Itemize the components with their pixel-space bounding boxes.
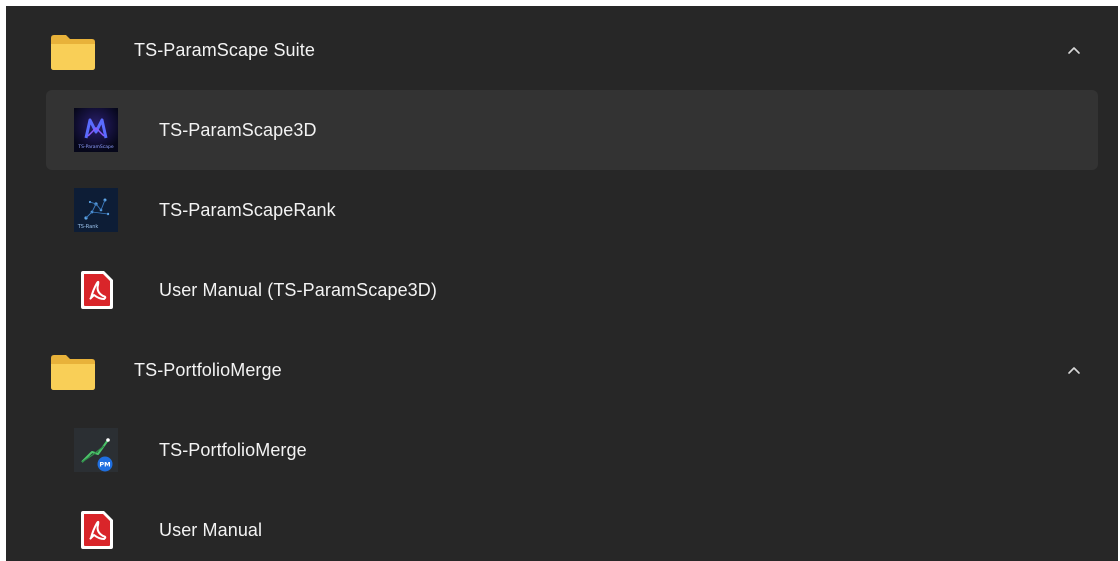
chevron-up-icon[interactable] <box>1062 358 1086 382</box>
app-item-ts-portfoliomerge[interactable]: PM TS-PortfolioMerge <box>46 410 1098 490</box>
app-label: TS-ParamScapeRank <box>159 199 336 220</box>
app-label: TS-PortfolioMerge <box>159 439 307 460</box>
folder-ts-paramscape-suite[interactable]: TS-ParamScape Suite <box>46 10 1098 90</box>
app-item-ts-paramscaperank[interactable]: TS-Rank TS-ParamScapeRank <box>46 170 1098 250</box>
svg-text:PM: PM <box>99 461 110 469</box>
pdf-icon <box>81 511 113 549</box>
paramscape3d-app-icon: TS-ParamScape <box>74 108 118 152</box>
svg-text:TS-Rank: TS-Rank <box>77 224 99 230</box>
app-label: TS-ParamScape3D <box>159 119 317 140</box>
app-label: User Manual (TS-ParamScape3D) <box>159 279 437 300</box>
svg-text:TS-ParamScape: TS-ParamScape <box>77 144 113 150</box>
app-item-user-manual-ts-paramscape3d[interactable]: User Manual (TS-ParamScape3D) <box>46 250 1098 330</box>
folder-ts-portfoliomerge[interactable]: TS-PortfolioMerge <box>46 330 1098 410</box>
pdf-icon <box>81 271 113 309</box>
chevron-up-icon[interactable] <box>1062 38 1086 62</box>
folder-label: TS-PortfolioMerge <box>134 359 282 380</box>
start-menu-all-apps-list: TS-ParamScape Suite TS-ParamScape TS-Par… <box>6 6 1118 561</box>
folder-label: TS-ParamScape Suite <box>134 39 315 60</box>
app-label: User Manual <box>159 519 263 540</box>
app-item-ts-paramscape3d[interactable]: TS-ParamScape TS-ParamScape3D <box>46 90 1098 170</box>
app-item-user-manual[interactable]: User Manual <box>46 490 1098 561</box>
folder-icon <box>51 355 95 390</box>
portfoliomerge-app-icon: PM <box>74 428 118 472</box>
paramscaperank-app-icon: TS-Rank <box>74 188 118 232</box>
folder-icon <box>51 35 95 70</box>
